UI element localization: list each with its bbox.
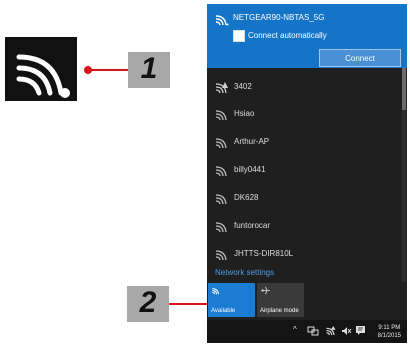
airplane-icon bbox=[261, 286, 270, 295]
wifi-secure-icon bbox=[215, 250, 227, 261]
network-item-billy0441[interactable]: billy0441 bbox=[207, 158, 399, 182]
network-name: DK628 bbox=[234, 193, 259, 202]
network-item-funtorocar[interactable]: funtorocar bbox=[207, 214, 399, 238]
show-hidden-icons-chevron[interactable]: ^ bbox=[293, 325, 297, 334]
wifi-available-tile[interactable]: Available bbox=[208, 283, 255, 317]
wifi-open-warning-icon bbox=[215, 82, 228, 94]
selected-network-panel[interactable]: NETGEAR90-NBTAS_5G Connect automatically… bbox=[207, 4, 407, 68]
network-name: JHTTS-DIR810L bbox=[234, 249, 294, 258]
network-name: Arthur-AP bbox=[234, 137, 270, 146]
taskbar-clock[interactable]: 9:11 PM 8/1/2015 bbox=[378, 324, 401, 340]
clock-date: 8/1/2015 bbox=[377, 333, 401, 339]
wifi-secure-icon bbox=[215, 15, 229, 26]
wifi-icon bbox=[212, 288, 219, 295]
wifi-secure-icon bbox=[215, 138, 227, 149]
wifi-secure-icon bbox=[215, 194, 227, 205]
wifi-tray-icon[interactable] bbox=[325, 325, 337, 336]
tile-label: Available bbox=[211, 308, 236, 314]
callout-1-number: 1 bbox=[128, 52, 170, 88]
action-center-icon[interactable] bbox=[355, 325, 366, 336]
wifi-secure-icon bbox=[215, 222, 227, 233]
network-item-arthur-ap[interactable]: Arthur-AP bbox=[207, 130, 399, 154]
wifi-secure-icon bbox=[215, 110, 227, 121]
network-name: Hsiao bbox=[234, 109, 255, 118]
network-item-dk628[interactable]: DK628 bbox=[207, 186, 399, 210]
connect-button[interactable]: Connect bbox=[319, 49, 401, 67]
network-name: billy0441 bbox=[234, 165, 266, 174]
clock-time: 9:11 PM bbox=[378, 325, 401, 331]
network-item-hsiao[interactable]: Hsiao bbox=[207, 102, 399, 126]
network-item-jhtts-dir810l[interactable]: JHTTS-DIR810L bbox=[207, 242, 399, 266]
callout-1-line bbox=[88, 69, 130, 71]
volume-icon[interactable] bbox=[341, 326, 352, 336]
wifi-large-icon bbox=[5, 37, 77, 101]
taskbar: ^ 9:11 PM 8/1/2015 bbox=[207, 320, 407, 343]
network-list-scrollbar[interactable] bbox=[402, 68, 406, 282]
wifi-secure-icon bbox=[215, 166, 227, 177]
network-name: funtorocar bbox=[234, 221, 271, 230]
connect-automatically-label: Connect automatically bbox=[248, 31, 327, 40]
network-flyout: NETGEAR90-NBTAS_5G Connect automatically… bbox=[207, 4, 407, 343]
callout-2-line bbox=[169, 303, 208, 305]
callout-2-number: 2 bbox=[127, 286, 169, 322]
network-settings-link[interactable]: Network settings bbox=[215, 268, 274, 277]
network-item-3402[interactable]: 3402 bbox=[207, 75, 399, 99]
tile-label: Airplane mode bbox=[260, 308, 299, 314]
network-name: 3402 bbox=[234, 82, 252, 91]
scrollbar-thumb[interactable] bbox=[402, 68, 406, 110]
network-tray-icon[interactable] bbox=[307, 326, 319, 336]
active-network-name: NETGEAR90-NBTAS_5G bbox=[233, 13, 325, 22]
connect-automatically-checkbox[interactable] bbox=[233, 30, 245, 42]
airplane-mode-tile[interactable]: Airplane mode bbox=[257, 283, 304, 317]
